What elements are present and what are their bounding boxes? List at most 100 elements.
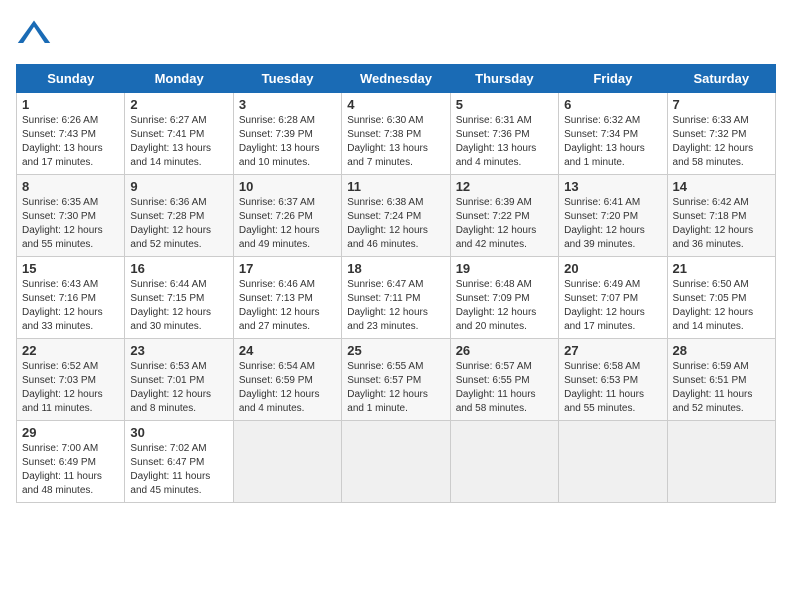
calendar-cell: 3 Sunrise: 6:28 AMSunset: 7:39 PMDaylight… xyxy=(233,93,341,175)
cell-info: Sunrise: 6:32 AMSunset: 7:34 PMDaylight:… xyxy=(564,115,645,168)
logo-icon xyxy=(16,16,52,52)
calendar-cell: 8Sunrise: 6:35 AMSunset: 7:30 PMDaylight… xyxy=(17,175,125,257)
calendar-cell: 10 Sunrise: 6:37 AMSunset: 7:26 PMDayligh… xyxy=(233,175,341,257)
day-number: 22 xyxy=(22,343,119,358)
day-number: 10 xyxy=(239,179,336,194)
calendar-cell: 13 Sunrise: 6:41 AMSunset: 7:20 PMDayligh… xyxy=(559,175,667,257)
calendar-cell: 7 Sunrise: 6:33 AMSunset: 7:32 PMDaylight… xyxy=(667,93,775,175)
day-number: 1 xyxy=(22,97,119,112)
day-number: 26 xyxy=(456,343,553,358)
cell-info: Sunrise: 6:26 AMSunset: 7:43 PMDaylight:… xyxy=(22,115,103,168)
cell-info: Sunrise: 6:52 AMSunset: 7:03 PMDaylight:… xyxy=(22,361,103,414)
cell-info: Sunrise: 6:42 AMSunset: 7:18 PMDaylight:… xyxy=(673,197,754,250)
calendar-week-row: 29 Sunrise: 7:00 AMSunset: 6:49 PMDayligh… xyxy=(17,421,776,503)
calendar-cell: 15 Sunrise: 6:43 AMSunset: 7:16 PMDayligh… xyxy=(17,257,125,339)
cell-info: Sunrise: 7:00 AMSunset: 6:49 PMDaylight:… xyxy=(22,443,102,496)
calendar-cell: 19Sunrise: 6:48 AMSunset: 7:09 PMDayligh… xyxy=(450,257,558,339)
calendar-cell: 24 Sunrise: 6:54 AMSunset: 6:59 PMDayligh… xyxy=(233,339,341,421)
day-number: 29 xyxy=(22,425,119,440)
day-number: 23 xyxy=(130,343,227,358)
header-day: Sunday xyxy=(17,65,125,93)
calendar-body: 1 Sunrise: 6:26 AMSunset: 7:43 PMDaylight… xyxy=(17,93,776,503)
cell-info: Sunrise: 6:54 AMSunset: 6:59 PMDaylight:… xyxy=(239,361,320,414)
calendar-cell: 6 Sunrise: 6:32 AMSunset: 7:34 PMDaylight… xyxy=(559,93,667,175)
header-row: SundayMondayTuesdayWednesdayThursdayFrid… xyxy=(17,65,776,93)
calendar-cell: 22 Sunrise: 6:52 AMSunset: 7:03 PMDayligh… xyxy=(17,339,125,421)
calendar-cell: 1 Sunrise: 6:26 AMSunset: 7:43 PMDaylight… xyxy=(17,93,125,175)
cell-info: Sunrise: 6:30 AMSunset: 7:38 PMDaylight:… xyxy=(347,115,428,168)
cell-info: Sunrise: 6:33 AMSunset: 7:32 PMDaylight:… xyxy=(673,115,754,168)
day-number: 8 xyxy=(22,179,119,194)
logo xyxy=(16,16,58,52)
calendar-cell: 11Sunrise: 6:38 AMSunset: 7:24 PMDayligh… xyxy=(342,175,450,257)
calendar-cell: 16 Sunrise: 6:44 AMSunset: 7:15 PMDayligh… xyxy=(125,257,233,339)
day-number: 7 xyxy=(673,97,770,112)
cell-info: Sunrise: 6:37 AMSunset: 7:26 PMDaylight:… xyxy=(239,197,320,250)
day-number: 11 xyxy=(347,179,444,194)
day-number: 24 xyxy=(239,343,336,358)
header-day: Saturday xyxy=(667,65,775,93)
header-day: Tuesday xyxy=(233,65,341,93)
calendar-week-row: 22 Sunrise: 6:52 AMSunset: 7:03 PMDayligh… xyxy=(17,339,776,421)
calendar-cell: 9 Sunrise: 6:36 AMSunset: 7:28 PMDaylight… xyxy=(125,175,233,257)
cell-info: Sunrise: 6:48 AMSunset: 7:09 PMDaylight:… xyxy=(456,279,537,332)
day-number: 17 xyxy=(239,261,336,276)
cell-info: Sunrise: 6:28 AMSunset: 7:39 PMDaylight:… xyxy=(239,115,320,168)
calendar-cell: 28 Sunrise: 6:59 AMSunset: 6:51 PMDayligh… xyxy=(667,339,775,421)
calendar-cell xyxy=(450,421,558,503)
day-number: 9 xyxy=(130,179,227,194)
day-number: 15 xyxy=(22,261,119,276)
calendar-cell xyxy=(233,421,341,503)
calendar-cell xyxy=(559,421,667,503)
cell-info: Sunrise: 6:43 AMSunset: 7:16 PMDaylight:… xyxy=(22,279,103,332)
calendar-cell: 20 Sunrise: 6:49 AMSunset: 7:07 PMDayligh… xyxy=(559,257,667,339)
cell-info: Sunrise: 6:31 AMSunset: 7:36 PMDaylight:… xyxy=(456,115,537,168)
calendar-cell: 23 Sunrise: 6:53 AMSunset: 7:01 PMDayligh… xyxy=(125,339,233,421)
calendar-cell: 12Sunrise: 6:39 AMSunset: 7:22 PMDayligh… xyxy=(450,175,558,257)
cell-info: Sunrise: 6:44 AMSunset: 7:15 PMDaylight:… xyxy=(130,279,211,332)
cell-info: Sunrise: 6:39 AMSunset: 7:22 PMDaylight:… xyxy=(456,197,537,250)
page-header xyxy=(16,16,776,52)
calendar-cell: 2Sunrise: 6:27 AMSunset: 7:41 PMDaylight… xyxy=(125,93,233,175)
header-day: Monday xyxy=(125,65,233,93)
cell-info: Sunrise: 6:50 AMSunset: 7:05 PMDaylight:… xyxy=(673,279,754,332)
cell-info: Sunrise: 6:57 AMSunset: 6:55 PMDaylight:… xyxy=(456,361,536,414)
calendar-header: SundayMondayTuesdayWednesdayThursdayFrid… xyxy=(17,65,776,93)
cell-info: Sunrise: 6:59 AMSunset: 6:51 PMDaylight:… xyxy=(673,361,753,414)
cell-info: Sunrise: 6:36 AMSunset: 7:28 PMDaylight:… xyxy=(130,197,211,250)
calendar-cell: 25 Sunrise: 6:55 AMSunset: 6:57 PMDayligh… xyxy=(342,339,450,421)
calendar-cell: 4 Sunrise: 6:30 AMSunset: 7:38 PMDaylight… xyxy=(342,93,450,175)
day-number: 21 xyxy=(673,261,770,276)
calendar-cell: 21 Sunrise: 6:50 AMSunset: 7:05 PMDayligh… xyxy=(667,257,775,339)
calendar-cell: 26 Sunrise: 6:57 AMSunset: 6:55 PMDayligh… xyxy=(450,339,558,421)
day-number: 13 xyxy=(564,179,661,194)
calendar-table: SundayMondayTuesdayWednesdayThursdayFrid… xyxy=(16,64,776,503)
calendar-cell xyxy=(667,421,775,503)
day-number: 4 xyxy=(347,97,444,112)
cell-info: Sunrise: 6:58 AMSunset: 6:53 PMDaylight:… xyxy=(564,361,644,414)
calendar-cell xyxy=(342,421,450,503)
calendar-week-row: 8Sunrise: 6:35 AMSunset: 7:30 PMDaylight… xyxy=(17,175,776,257)
cell-info: Sunrise: 6:49 AMSunset: 7:07 PMDaylight:… xyxy=(564,279,645,332)
cell-info: Sunrise: 6:55 AMSunset: 6:57 PMDaylight:… xyxy=(347,361,428,414)
day-number: 28 xyxy=(673,343,770,358)
cell-info: Sunrise: 6:46 AMSunset: 7:13 PMDaylight:… xyxy=(239,279,320,332)
calendar-cell: 5 Sunrise: 6:31 AMSunset: 7:36 PMDaylight… xyxy=(450,93,558,175)
calendar-cell: 18Sunrise: 6:47 AMSunset: 7:11 PMDayligh… xyxy=(342,257,450,339)
cell-info: Sunrise: 6:41 AMSunset: 7:20 PMDaylight:… xyxy=(564,197,645,250)
day-number: 30 xyxy=(130,425,227,440)
calendar-cell: 27 Sunrise: 6:58 AMSunset: 6:53 PMDayligh… xyxy=(559,339,667,421)
calendar-cell: 30Sunrise: 7:02 AMSunset: 6:47 PMDayligh… xyxy=(125,421,233,503)
cell-info: Sunrise: 6:53 AMSunset: 7:01 PMDaylight:… xyxy=(130,361,211,414)
day-number: 6 xyxy=(564,97,661,112)
cell-info: Sunrise: 6:27 AMSunset: 7:41 PMDaylight:… xyxy=(130,115,211,168)
day-number: 20 xyxy=(564,261,661,276)
day-number: 3 xyxy=(239,97,336,112)
header-day: Friday xyxy=(559,65,667,93)
day-number: 25 xyxy=(347,343,444,358)
day-number: 27 xyxy=(564,343,661,358)
day-number: 5 xyxy=(456,97,553,112)
day-number: 14 xyxy=(673,179,770,194)
header-day: Wednesday xyxy=(342,65,450,93)
day-number: 16 xyxy=(130,261,227,276)
